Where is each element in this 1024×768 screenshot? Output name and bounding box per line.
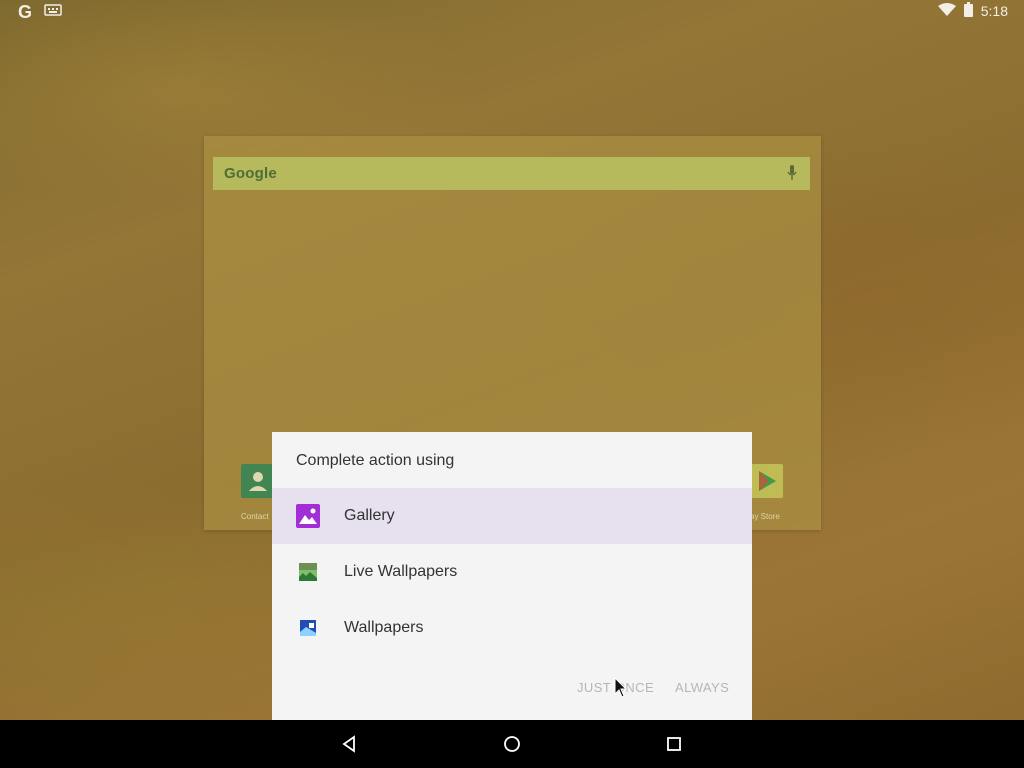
navigation-bar: [0, 720, 1024, 768]
app-label-wallpapers: Wallpapers: [344, 619, 424, 636]
app-option-live-wallpapers[interactable]: Live Wallpapers: [272, 544, 752, 600]
recents-icon[interactable]: [664, 734, 684, 754]
always-button[interactable]: ALWAYS: [675, 680, 729, 695]
home-icon[interactable]: [502, 734, 522, 754]
gallery-icon: [296, 504, 320, 528]
android-screen: G 5:18 Google Contact ay Store Complete …: [0, 0, 1024, 768]
wallpapers-icon: [296, 616, 320, 640]
app-label-live-wallpapers: Live Wallpapers: [344, 563, 458, 580]
app-option-gallery[interactable]: Gallery: [272, 488, 752, 544]
app-label-gallery: Gallery: [344, 507, 395, 524]
dialog-title: Complete action using: [296, 452, 455, 469]
chooser-dialog: Complete action using Gallery Live Wallp…: [272, 432, 752, 720]
app-option-wallpapers[interactable]: Wallpapers: [272, 600, 752, 656]
back-icon[interactable]: [340, 734, 360, 754]
live-wallpapers-icon: [296, 560, 320, 584]
mouse-cursor-icon: [614, 676, 628, 704]
